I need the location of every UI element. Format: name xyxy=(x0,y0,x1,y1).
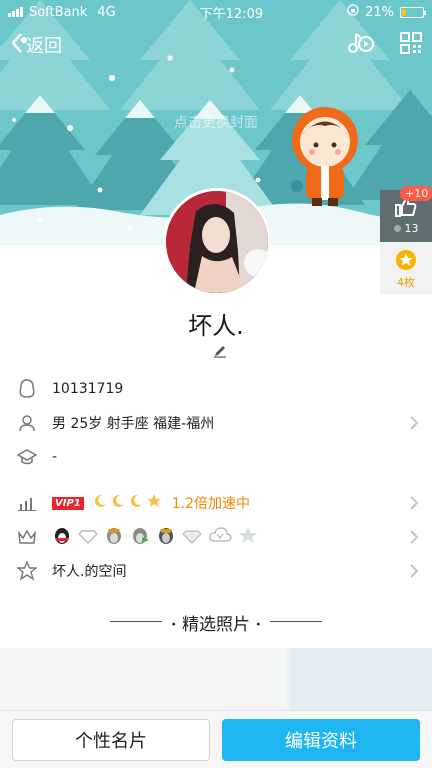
penguin-icon xyxy=(16,378,38,400)
graduation-cap-icon xyxy=(16,446,38,468)
chevron-right-icon xyxy=(410,530,419,548)
level-icons xyxy=(92,493,162,513)
star-icon xyxy=(146,493,162,513)
penguin-badge-icon xyxy=(130,525,150,549)
basic-info-row[interactable]: 男 25岁 射手座 福建-福州 xyxy=(0,406,432,440)
photo-thumbnail[interactable] xyxy=(290,648,432,718)
coin-button[interactable]: 4枚 xyxy=(380,244,432,294)
star-coin-icon xyxy=(395,249,417,274)
coin-count: 4枚 xyxy=(397,275,415,289)
penguin-badge-icon xyxy=(52,525,72,549)
featured-photos-label: 精选照片 xyxy=(182,615,250,635)
like-dot-icon xyxy=(393,225,401,232)
space-label: 坏人.的空间 xyxy=(52,564,127,580)
chevron-left-icon xyxy=(10,32,24,59)
rotation-lock-icon xyxy=(347,4,359,20)
badge-list xyxy=(52,525,258,549)
chevron-right-icon xyxy=(410,564,419,582)
crown-icon xyxy=(16,526,38,548)
person-icon xyxy=(16,412,38,434)
signal-icon xyxy=(8,7,23,17)
diamond-icon xyxy=(78,525,98,549)
dot-icon: • xyxy=(255,619,262,631)
dot-icon: • xyxy=(170,619,177,631)
featured-photos-strip[interactable] xyxy=(0,648,432,718)
cloud-vip-icon xyxy=(208,525,232,549)
music-icon[interactable] xyxy=(348,31,374,59)
qq-number: 10131719 xyxy=(52,381,124,397)
school-row: - xyxy=(0,440,432,474)
moon-icon xyxy=(92,493,108,513)
level-row[interactable]: VIP1 1.2倍加速中 xyxy=(0,486,432,520)
profile-screen: SoftBank 4G 下午12:09 21% 返回 点击更换封面 13 +10… xyxy=(0,0,432,768)
edit-profile-button[interactable]: 编辑资料 xyxy=(222,718,420,761)
level-chart-icon xyxy=(16,492,38,514)
network-label: 4G xyxy=(97,4,116,20)
diamond-icon xyxy=(182,525,202,549)
carrier-label: SoftBank xyxy=(29,4,88,20)
vip-badge: VIP1 xyxy=(52,496,84,510)
space-row[interactable]: 坏人.的空间 xyxy=(0,554,432,588)
back-label: 返回 xyxy=(26,36,62,57)
penguin-badge-icon xyxy=(156,525,176,549)
school-value: - xyxy=(52,449,58,465)
battery-percent: 21% xyxy=(365,4,394,20)
chevron-right-icon xyxy=(410,496,419,514)
photo-thumbnail[interactable] xyxy=(0,648,286,718)
basic-info: 男 25岁 射手座 福建-福州 xyxy=(52,416,215,432)
badges-row[interactable] xyxy=(0,520,432,554)
profile-info-list: 10131719 男 25岁 射手座 福建-福州 - VIP1 1.2倍加速中 … xyxy=(0,372,432,588)
bottom-action-bar: 个性名片 编辑资料 xyxy=(0,710,432,768)
back-button[interactable]: 返回 xyxy=(10,32,62,59)
cover-hint: 点击更换封面 xyxy=(174,115,258,131)
star-space-icon xyxy=(16,560,38,582)
nickname: 坏人. xyxy=(188,312,244,340)
edit-pencil-icon[interactable] xyxy=(213,343,227,362)
like-count: 13 xyxy=(404,222,419,235)
qq-number-row: 10131719 xyxy=(0,372,432,406)
battery-icon xyxy=(399,6,426,18)
nav-bar: 返回 xyxy=(0,24,432,66)
profile-card-button[interactable]: 个性名片 xyxy=(12,718,210,761)
moon-icon xyxy=(128,493,144,513)
status-bar: SoftBank 4G 下午12:09 21% xyxy=(0,0,432,24)
star-badge-icon xyxy=(238,525,258,549)
moon-icon xyxy=(110,493,126,513)
like-badge: +10 xyxy=(400,186,432,201)
speed-boost-text: 1.2倍加速中 xyxy=(171,496,251,512)
qr-code-icon[interactable] xyxy=(400,32,422,58)
chevron-right-icon xyxy=(410,416,419,434)
avatar[interactable] xyxy=(163,188,271,296)
penguin-badge-icon xyxy=(104,525,124,549)
clock: 下午12:09 xyxy=(199,6,264,22)
featured-photos-title: • 精选照片 • xyxy=(0,610,432,635)
